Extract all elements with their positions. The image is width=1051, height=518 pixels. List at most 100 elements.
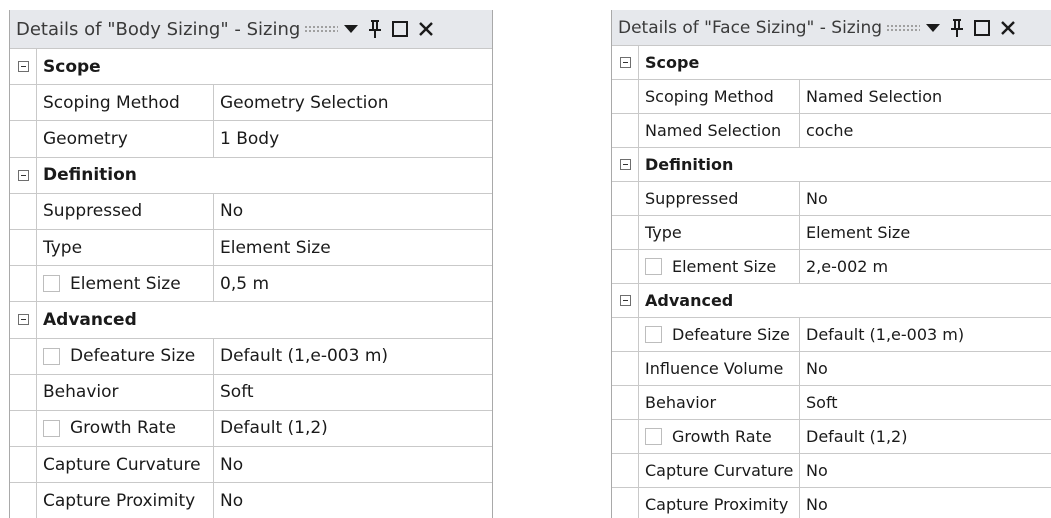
collapse-icon[interactable] [619, 295, 631, 306]
gripper-icon[interactable] [886, 23, 921, 32]
property-value[interactable]: No [800, 182, 1051, 215]
property-row[interactable]: Type Element Size [612, 216, 1051, 250]
group-label: Advanced [638, 284, 1051, 317]
property-row[interactable]: Defeature Size Default (1,e-003 m) [10, 338, 492, 375]
property-row[interactable]: Named Selection coche [612, 114, 1051, 148]
property-value[interactable]: Named Selection [800, 80, 1051, 113]
group-header-definition[interactable]: Definition [10, 157, 492, 194]
close-icon[interactable] [1000, 20, 1016, 36]
property-name: Named Selection [645, 121, 782, 140]
property-value[interactable]: Geometry Selection [214, 85, 492, 120]
property-value[interactable]: No [214, 483, 492, 518]
group-header-scope[interactable]: Scope [10, 49, 492, 86]
property-name: Behavior [645, 393, 717, 412]
group-header-advanced[interactable]: Advanced [612, 284, 1051, 318]
gutter [612, 454, 638, 487]
property-value[interactable]: Soft [214, 375, 492, 410]
collapse-icon[interactable] [17, 169, 29, 181]
parameter-checkbox[interactable] [43, 275, 60, 293]
property-row[interactable]: Influence Volume No [612, 352, 1051, 386]
group-header-scope[interactable]: Scope [612, 46, 1051, 80]
property-row[interactable]: Behavior Soft [612, 386, 1051, 420]
property-value[interactable]: coche [800, 114, 1051, 147]
collapse-icon[interactable] [619, 57, 631, 68]
property-value[interactable]: Default (1,2) [800, 420, 1051, 453]
pin-icon[interactable] [368, 19, 382, 39]
gutter [10, 229, 36, 266]
gripper-icon[interactable] [304, 25, 339, 33]
parameter-checkbox[interactable] [43, 347, 60, 365]
parameter-checkbox[interactable] [43, 419, 60, 437]
property-name: Capture Proximity [43, 490, 196, 511]
property-row[interactable]: Element Size 0,5 m [10, 266, 492, 303]
property-value[interactable]: Element Size [214, 230, 492, 265]
gutter [10, 121, 36, 157]
group-label: Scope [36, 49, 492, 85]
property-row[interactable]: Type Element Size [10, 229, 492, 267]
property-value[interactable]: Element Size [800, 216, 1051, 249]
details-panel-body-sizing: Details of "Body Sizing" - Sizing Scope S… [9, 10, 493, 518]
panel-title-bar[interactable]: Details of "Body Sizing" - Sizing [10, 10, 492, 49]
collapse-icon[interactable] [17, 61, 29, 73]
property-name: Suppressed [645, 189, 739, 208]
property-name-cell: Defeature Size [36, 338, 214, 374]
property-row[interactable]: Suppressed No [612, 182, 1051, 216]
group-header-definition[interactable]: Definition [612, 148, 1051, 182]
property-value[interactable]: No [214, 194, 492, 229]
property-row[interactable]: Capture Curvature No [612, 454, 1051, 488]
details-panel-face-sizing: Details of "Face Sizing" - Sizing Scope S… [611, 10, 1051, 518]
pin-icon[interactable] [950, 18, 964, 38]
gutter [612, 318, 638, 351]
property-name-cell: Capture Curvature [36, 447, 214, 483]
property-row[interactable]: Defeature Size Default (1,e-003 m) [612, 318, 1051, 352]
dropdown-arrow-icon[interactable] [344, 24, 359, 34]
maximize-icon[interactable] [974, 19, 991, 36]
property-name-cell: Growth Rate [36, 410, 214, 447]
collapse-icon[interactable] [619, 159, 631, 170]
property-value[interactable]: No [800, 454, 1051, 487]
property-row[interactable]: Capture Proximity No [10, 483, 492, 518]
property-value[interactable]: Soft [800, 386, 1051, 419]
property-value[interactable]: 1 Body [214, 121, 492, 156]
property-name: Type [645, 223, 682, 242]
property-name-cell: Scoping Method [638, 80, 800, 113]
property-row[interactable]: Scoping Method Named Selection [612, 80, 1051, 114]
property-value[interactable]: No [800, 488, 1051, 518]
property-row[interactable]: Capture Proximity No [612, 488, 1051, 518]
property-row[interactable]: Geometry 1 Body [10, 121, 492, 158]
property-value[interactable]: No [214, 447, 492, 482]
parameter-checkbox[interactable] [645, 258, 662, 275]
property-row[interactable]: Behavior Soft [10, 374, 492, 411]
panel-title-bar[interactable]: Details of "Face Sizing" - Sizing [612, 10, 1051, 46]
group-header-advanced[interactable]: Advanced [10, 302, 492, 339]
property-name: Suppressed [43, 201, 143, 222]
gutter [612, 114, 638, 147]
gutter [612, 80, 638, 113]
parameter-checkbox[interactable] [645, 326, 662, 343]
dropdown-arrow-icon[interactable] [926, 23, 941, 33]
property-name-cell: Type [36, 229, 214, 266]
property-value[interactable]: Default (1,2) [214, 411, 492, 446]
property-name-cell: Suppressed [36, 193, 214, 229]
property-value[interactable]: Default (1,e-003 m) [800, 318, 1051, 351]
property-row[interactable]: Capture Curvature No [10, 447, 492, 484]
collapse-icon[interactable] [17, 314, 29, 326]
property-value[interactable]: Default (1,e-003 m) [214, 339, 492, 374]
property-value[interactable]: 2,e-002 m [800, 250, 1051, 283]
property-row[interactable]: Growth Rate Default (1,2) [10, 410, 492, 448]
maximize-icon[interactable] [392, 21, 409, 37]
property-value[interactable]: No [800, 352, 1051, 385]
gutter [10, 49, 36, 85]
property-value[interactable]: 0,5 m [214, 266, 492, 301]
close-icon[interactable] [418, 21, 434, 37]
property-name-cell: Defeature Size [638, 318, 800, 351]
property-row[interactable]: Suppressed No [10, 193, 492, 230]
property-name-cell: Influence Volume [638, 352, 800, 385]
gutter [10, 85, 36, 121]
property-row[interactable]: Scoping Method Geometry Selection [10, 85, 492, 122]
gutter [612, 352, 638, 385]
property-grid: Scope Scoping Method Named Selection Named … [612, 46, 1051, 518]
parameter-checkbox[interactable] [645, 428, 662, 445]
property-row[interactable]: Growth Rate Default (1,2) [612, 420, 1051, 454]
property-row[interactable]: Element Size 2,e-002 m [612, 250, 1051, 284]
